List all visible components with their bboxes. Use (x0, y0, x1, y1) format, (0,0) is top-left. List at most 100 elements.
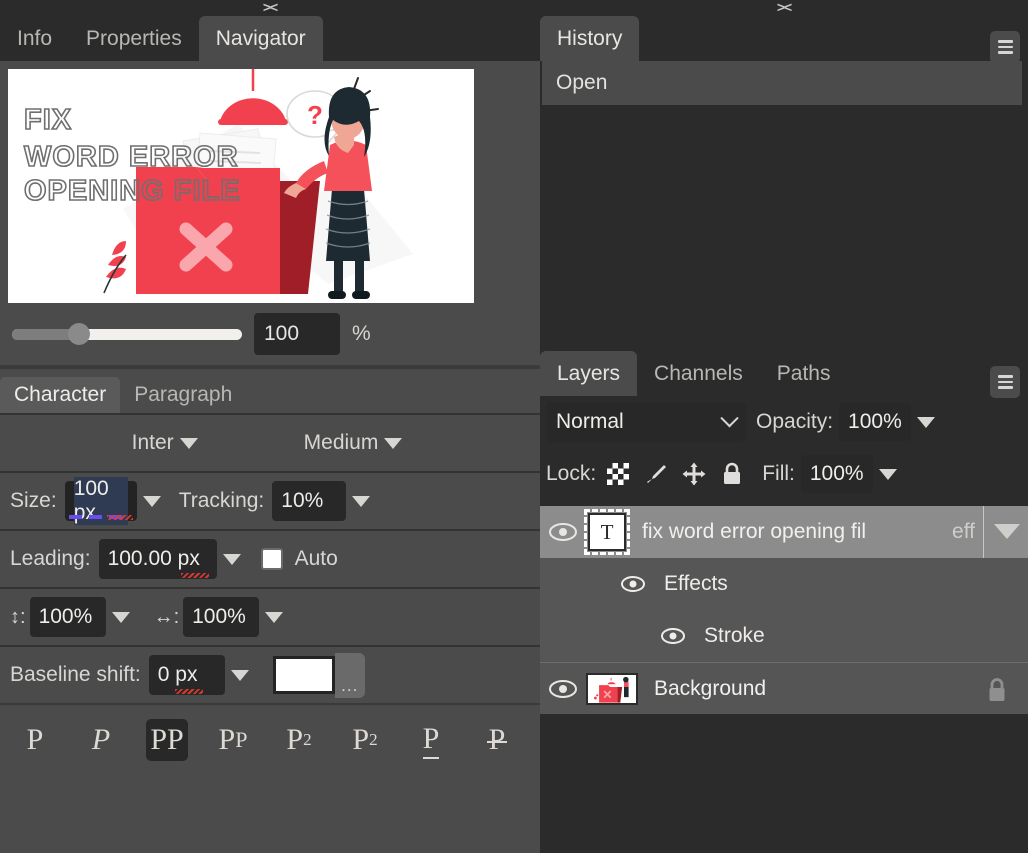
lock-all-icon[interactable] (720, 462, 744, 486)
font-size-input[interactable]: 100 px (64, 477, 137, 525)
chevron-down-icon[interactable] (222, 553, 241, 565)
horizontal-scale-label: ↔: (153, 605, 180, 628)
layer-name: Background (654, 676, 767, 700)
move-icon[interactable] (682, 462, 706, 486)
transparency-icon[interactable] (606, 462, 630, 486)
collapse-icon[interactable]: >< (263, 0, 278, 15)
style-small-caps-glyph: P (218, 723, 236, 756)
eye-icon[interactable] (548, 521, 578, 543)
chevron-down-icon[interactable] (265, 611, 284, 623)
font-family-dropdown[interactable]: Inter (132, 431, 204, 455)
tab-paragraph[interactable]: Paragraph (120, 377, 246, 413)
chevron-down-icon[interactable] (352, 495, 371, 507)
tab-history[interactable]: History (540, 16, 640, 61)
eye-icon[interactable] (658, 625, 688, 647)
style-regular-button[interactable]: P (14, 719, 56, 761)
layer-effects-badge[interactable]: eff (952, 506, 984, 558)
baseline-input[interactable]: 0 px (148, 655, 225, 695)
zoom-unit-label: % (352, 322, 371, 345)
left-dock-collapse-strip[interactable]: >< (0, 0, 540, 16)
right-dock: >< History Open Layers Channels Paths No… (540, 0, 1028, 853)
layer-name: fix word error opening fil (642, 520, 867, 543)
font-row: Inter Medium (0, 415, 540, 471)
history-panel-menu-button[interactable] (990, 31, 1020, 63)
background-thumbnail-art (588, 674, 636, 703)
chevron-down-icon[interactable] (111, 611, 130, 623)
style-subscript-index: 2 (369, 730, 378, 749)
illus-headline-3: OPENING FILE (24, 175, 241, 207)
right-dock-collapse-strip[interactable]: >< (540, 0, 1028, 16)
opacity-input[interactable]: 100% (839, 403, 911, 441)
leading-input[interactable]: 100.00 px (98, 539, 217, 579)
left-dock: >< Info Properties Navigator FIX WORD ER… (0, 0, 540, 853)
chevron-down-icon[interactable] (384, 437, 403, 449)
tracking-input[interactable]: 10% (272, 481, 347, 521)
baseline-label: Baseline shift: (10, 663, 141, 686)
zoom-slider[interactable] (12, 323, 242, 345)
scale-row: ↕: 100% ↔: 100% (0, 589, 540, 645)
style-superscript-button[interactable]: P2 (278, 719, 320, 761)
style-all-caps-button[interactable]: PP (146, 719, 188, 761)
eye-icon[interactable] (548, 678, 578, 700)
style-superscript-glyph: P (286, 723, 304, 756)
chevron-down-icon[interactable] (916, 416, 935, 428)
tab-navigator[interactable]: Navigator (198, 16, 323, 61)
baseline-value: 0 px (157, 663, 198, 686)
tab-character[interactable]: Character (0, 377, 121, 413)
chevron-down-icon[interactable] (878, 468, 897, 480)
navigator-zoom-row: 100 % (0, 303, 540, 365)
tracking-label: Tracking: (178, 489, 265, 512)
layer-row-background[interactable]: Background (540, 662, 1028, 714)
layers-panel: Normal Opacity: 100% Lock: Fill: 100% T … (540, 396, 1028, 853)
font-style-dropdown[interactable]: Medium (304, 431, 409, 455)
blend-mode-select[interactable]: Normal (546, 402, 746, 442)
zoom-input[interactable]: 100 (254, 313, 340, 355)
style-strikethrough-button[interactable]: P (476, 719, 518, 761)
style-strikethrough-glyph: P (486, 723, 508, 756)
tab-layers[interactable]: Layers (540, 351, 638, 396)
style-small-caps-button[interactable]: PP (212, 719, 254, 761)
chevron-down-icon[interactable] (994, 524, 1020, 539)
navigator-preview[interactable]: FIX WORD ERROR OPENING FILE ? (8, 69, 474, 303)
style-italic-glyph: P (91, 723, 111, 756)
layers-tabbar: Layers Channels Paths (540, 351, 1028, 398)
auto-leading-label: Auto (294, 547, 338, 570)
zoom-slider-thumb[interactable] (68, 323, 90, 345)
character-tabbar: Character Paragraph (0, 367, 540, 413)
tab-paths[interactable]: Paths (760, 351, 848, 396)
vertical-scale-input[interactable]: 100% (29, 597, 106, 637)
brush-icon[interactable] (644, 462, 668, 486)
navigator-thumbnail-wrap: FIX WORD ERROR OPENING FILE ? (0, 61, 540, 303)
style-subscript-glyph: P (352, 723, 370, 756)
horizontal-scale-input[interactable]: 100% (183, 597, 260, 637)
auto-leading-checkbox[interactable] (260, 548, 283, 570)
text-color-control: ... (272, 652, 365, 698)
style-underline-button[interactable]: P (410, 719, 452, 761)
chevron-down-icon[interactable] (230, 669, 249, 681)
text-color-more-button[interactable]: ... (334, 652, 365, 698)
chevron-down-icon[interactable] (179, 437, 198, 449)
eye-icon[interactable] (618, 573, 648, 595)
fill-input[interactable]: 100% (800, 455, 873, 493)
layer-row-stroke[interactable]: Stroke (540, 610, 1028, 662)
tab-info[interactable]: Info (0, 16, 69, 61)
collapse-icon[interactable]: >< (777, 0, 792, 15)
style-italic-button[interactable]: P (80, 719, 122, 761)
illus-question-mark: ? (307, 100, 323, 130)
tab-properties[interactable]: Properties (69, 16, 199, 61)
background-layer-thumbnail[interactable] (586, 672, 638, 705)
hamburger-icon (997, 372, 1013, 392)
style-subscript-button[interactable]: P2 (344, 719, 386, 761)
chevron-down-icon[interactable] (142, 495, 161, 507)
illustration-svg: FIX WORD ERROR OPENING FILE ? (8, 69, 474, 303)
history-item-open[interactable]: Open (542, 61, 1022, 105)
style-regular-glyph: P (26, 723, 44, 756)
tab-channels[interactable]: Channels (637, 351, 760, 396)
text-layer-thumbnail[interactable]: T (584, 509, 630, 555)
layers-panel-menu-button[interactable] (990, 366, 1020, 398)
layer-row-effects[interactable]: Effects (540, 558, 1028, 610)
size-label: Size: (10, 489, 57, 512)
text-color-swatch[interactable] (272, 656, 335, 694)
layer-row-text[interactable]: T fix word error opening fil eff (540, 506, 1028, 558)
fill-label: Fill: (762, 462, 795, 485)
